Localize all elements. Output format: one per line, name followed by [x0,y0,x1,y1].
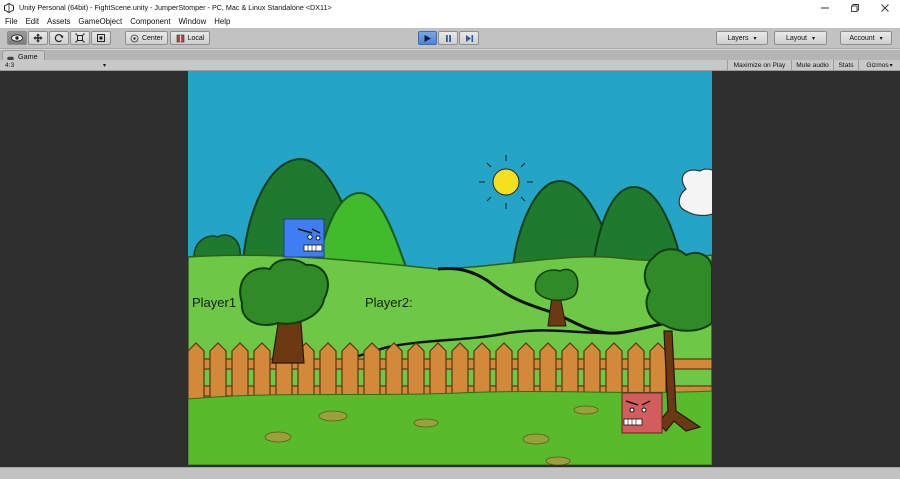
game-view-controls: 4:3 ▾ Maximize on Play Mute audio Stats … [0,60,900,71]
layout-label: Layout [785,34,807,42]
close-icon [881,3,889,12]
player1-score-label: Player1 [192,295,237,310]
menu-gameobject[interactable]: GameObject [78,17,122,26]
eye-icon [11,34,23,42]
aspect-dropdown[interactable]: 4:3 ▾ [3,61,108,70]
menu-component[interactable]: Component [130,17,170,26]
pivot-icon [130,34,139,42]
move-arrows-icon [33,33,43,43]
account-dropdown[interactable]: Account [840,31,892,45]
space-label: Local [187,34,205,42]
menu-assets[interactable]: Assets [47,17,70,26]
minimize-icon [821,7,829,8]
chevron-down-icon: ▾ [102,63,106,69]
chevron-down-icon: ▾ [889,63,893,69]
stats-toggle[interactable]: Stats [833,60,858,71]
menu-window[interactable]: Window [179,17,207,26]
restore-icon [851,3,859,12]
pivot-center-toggle[interactable]: Center [125,31,168,45]
gamepad-icon [7,54,14,60]
player2-score-label: Player2: [365,295,413,310]
gizmos-dropdown[interactable]: Gizmos ▾ [858,60,900,71]
game-scene[interactable]: Player1 Player2: [188,71,712,465]
window-title: Unity Personal (64bit) - FightScene.unit… [19,3,332,12]
layers-dropdown[interactable]: Layers [716,31,768,45]
menu-bar: File Edit Assets GameObject Component Wi… [0,15,900,28]
mute-audio-label: Mute audio [796,62,829,69]
local-space-icon [176,34,184,42]
rotate-tool-button[interactable] [49,31,69,45]
title-bar: Unity Personal (64bit) - FightScene.unit… [0,0,900,15]
maximize-on-play-toggle[interactable]: Maximize on Play [727,60,791,71]
menu-help[interactable]: Help [214,17,230,26]
hand-tool-button[interactable] [7,31,27,45]
menu-file[interactable]: File [5,17,18,26]
aspect-value: 4:3 [5,62,15,69]
stats-label: Stats [838,62,854,69]
close-button[interactable] [870,0,900,15]
status-bar [0,467,900,479]
menu-edit[interactable]: Edit [26,17,39,26]
pause-icon [445,34,451,42]
gizmos-label: Gizmos [866,62,889,69]
game-viewport: Player1 Player2: [0,71,900,467]
play-icon [424,34,431,42]
account-label: Account [849,34,875,42]
rect-tool-button[interactable] [91,31,111,45]
layout-dropdown[interactable]: Layout [774,31,827,45]
restore-button[interactable] [840,0,870,15]
minimize-button[interactable] [810,0,840,15]
rotate-icon [54,34,64,43]
layers-label: Layers [727,34,749,42]
scale-tool-button[interactable] [70,31,90,45]
step-button[interactable] [459,31,479,45]
cloud [678,168,712,217]
main-toolbar: Center Local Layers Layout Account [0,28,900,49]
tab-bar: Game [0,49,900,61]
unity-logo-icon [3,2,15,14]
rect-tool-icon [97,34,105,42]
mute-audio-toggle[interactable]: Mute audio [791,60,833,71]
scene-artwork [188,71,712,465]
pause-button[interactable] [438,31,458,45]
pivot-rotation-toggle[interactable]: Local [170,31,210,45]
move-tool-button[interactable] [28,31,48,45]
play-button[interactable] [418,31,437,45]
maximize-on-play-label: Maximize on Play [733,62,786,69]
player1-character [283,218,325,258]
scale-icon [75,33,85,43]
pivot-label: Center [141,34,163,42]
step-icon [465,34,473,42]
player2-character [621,392,663,434]
